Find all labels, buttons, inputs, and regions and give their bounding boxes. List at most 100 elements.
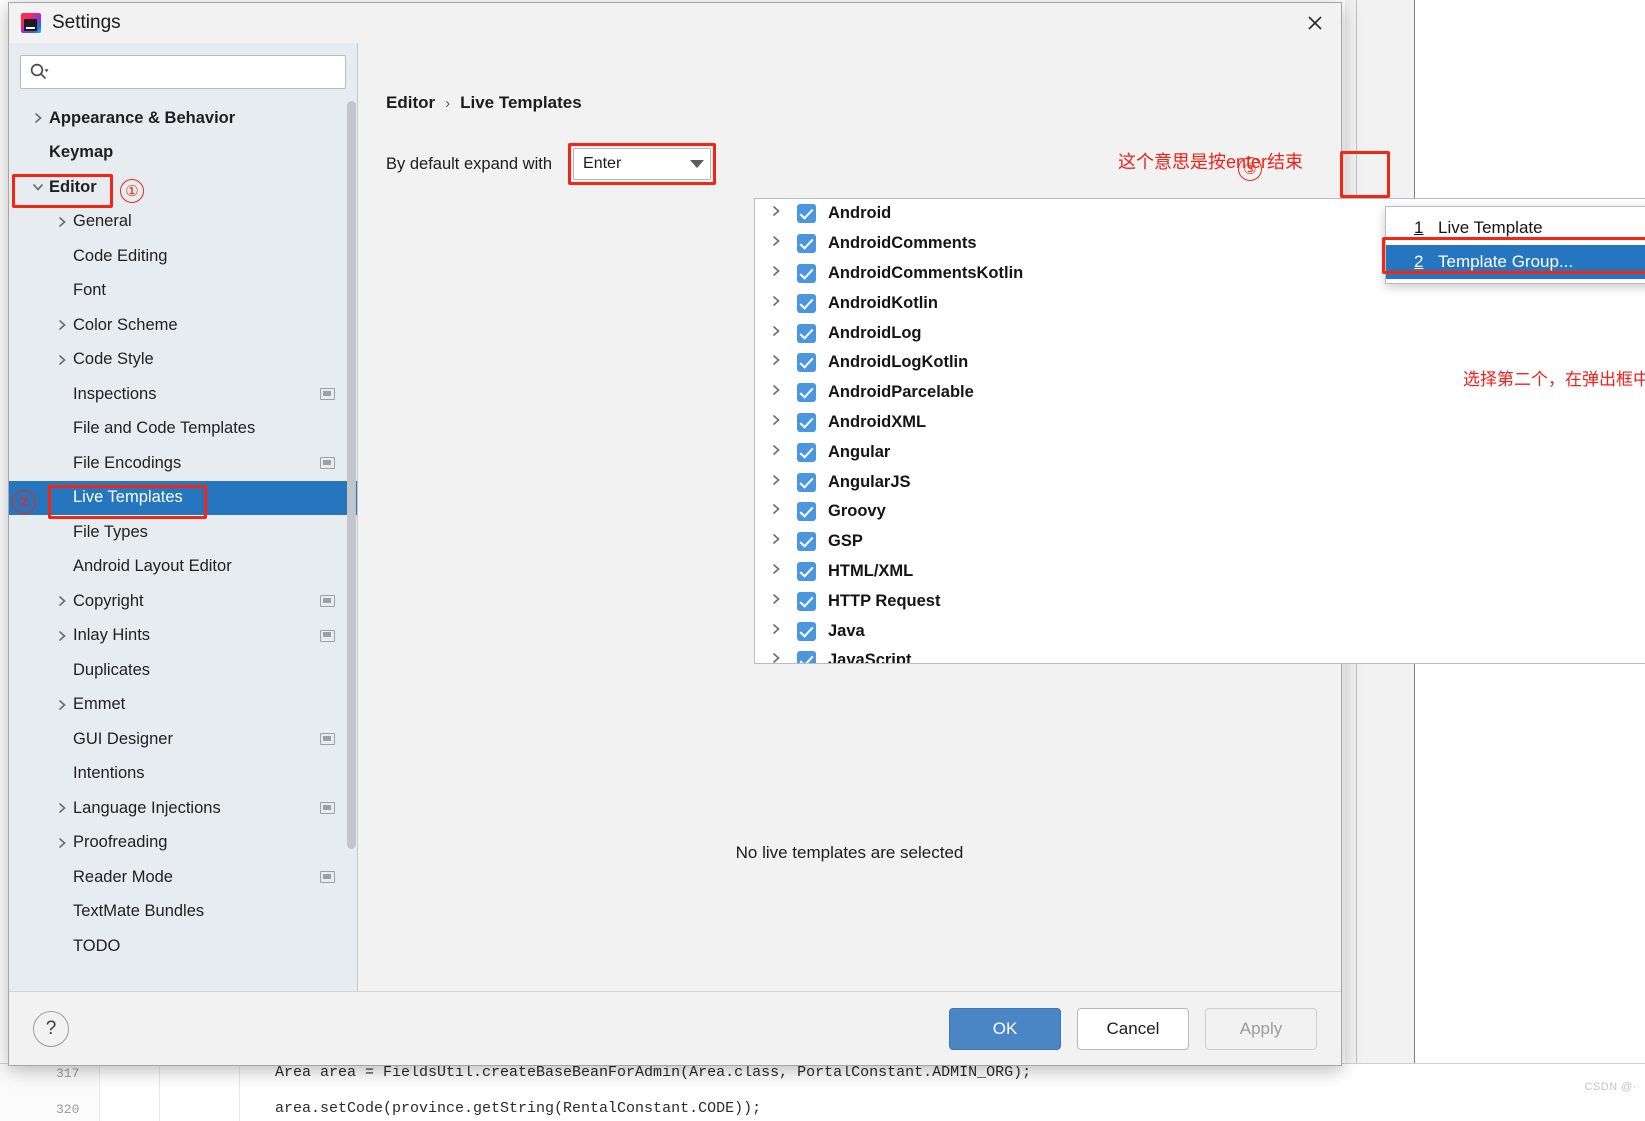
- template-group-checkbox[interactable]: [797, 651, 816, 663]
- sidebar-item-general[interactable]: General: [9, 205, 357, 240]
- template-group-checkbox[interactable]: [797, 561, 816, 581]
- sidebar-item-inspections[interactable]: Inspections: [9, 377, 357, 412]
- template-group-row[interactable]: Java: [755, 616, 1645, 646]
- chevron-right-icon[interactable]: [31, 111, 49, 125]
- template-group-checkbox[interactable]: [797, 204, 816, 224]
- template-group-row[interactable]: Groovy: [755, 497, 1645, 527]
- sidebar-item-editor[interactable]: Editor: [9, 170, 357, 205]
- chevron-right-icon[interactable]: [769, 204, 797, 223]
- chevron-right-icon[interactable]: [769, 324, 797, 343]
- chevron-right-icon[interactable]: [55, 836, 73, 850]
- sidebar-item-duplicates[interactable]: Duplicates: [9, 653, 357, 688]
- chevron-right-icon[interactable]: [769, 413, 797, 432]
- breadcrumb-separator-icon: ›: [445, 94, 451, 112]
- chevron-right-icon[interactable]: [769, 264, 797, 283]
- sidebar-item-file-and-code-templates[interactable]: File and Code Templates: [9, 412, 357, 447]
- template-group-row[interactable]: AndroidKotlin: [755, 288, 1645, 318]
- chevron-right-icon[interactable]: [55, 698, 73, 712]
- sidebar-item-intentions[interactable]: Intentions: [9, 757, 357, 792]
- sidebar-item-font[interactable]: Font: [9, 274, 357, 309]
- sidebar-item-emmet[interactable]: Emmet: [9, 688, 357, 723]
- search-icon: [29, 62, 49, 82]
- chevron-right-icon[interactable]: [769, 473, 797, 492]
- sidebar-item-live-templates[interactable]: Live Templates: [9, 480, 357, 515]
- sidebar-item-keymap[interactable]: Keymap: [9, 136, 357, 171]
- popup-menu-item[interactable]: 1 Live Template: [1386, 211, 1645, 245]
- template-group-checkbox[interactable]: [797, 383, 816, 403]
- sidebar-item-color-scheme[interactable]: Color Scheme: [9, 308, 357, 343]
- dialog-footer: ? OK Cancel Apply: [9, 991, 1341, 1065]
- sidebar-item-file-types[interactable]: File Types: [9, 515, 357, 550]
- chevron-right-icon[interactable]: [769, 532, 797, 551]
- sidebar-item-code-editing[interactable]: Code Editing: [9, 239, 357, 274]
- chevron-right-icon[interactable]: [769, 234, 797, 253]
- template-group-row[interactable]: AndroidXML: [755, 408, 1645, 438]
- chevron-right-icon[interactable]: [55, 353, 73, 367]
- chevron-right-icon[interactable]: [769, 502, 797, 521]
- template-group-checkbox[interactable]: [797, 532, 816, 552]
- sidebar-item-textmate-bundles[interactable]: TextMate Bundles: [9, 895, 357, 930]
- template-group-checkbox[interactable]: [797, 591, 816, 611]
- sidebar-item-todo[interactable]: TODO: [9, 929, 357, 964]
- popup-menu-item[interactable]: 2 Template Group...: [1386, 245, 1645, 279]
- expand-with-highlight: Enter: [568, 143, 717, 185]
- template-group-row[interactable]: Angular: [755, 437, 1645, 467]
- sidebar-scrollbar[interactable]: [347, 101, 356, 1001]
- template-group-row[interactable]: GSP: [755, 527, 1645, 557]
- template-group-checkbox[interactable]: [797, 412, 816, 432]
- sidebar-item-gui-designer[interactable]: GUI Designer: [9, 722, 357, 757]
- template-group-row[interactable]: HTML/XML: [755, 557, 1645, 587]
- sidebar-item-android-layout-editor[interactable]: Android Layout Editor: [9, 550, 357, 585]
- template-group-row[interactable]: JavaScript: [755, 646, 1645, 664]
- template-group-row[interactable]: AndroidLog: [755, 318, 1645, 348]
- template-group-label: HTTP Request: [828, 591, 941, 610]
- chevron-right-icon[interactable]: [55, 215, 73, 229]
- template-group-checkbox[interactable]: [797, 323, 816, 343]
- breadcrumb-parent[interactable]: Editor: [386, 93, 435, 113]
- chevron-down-icon[interactable]: [31, 180, 49, 194]
- template-group-checkbox[interactable]: [797, 293, 816, 313]
- search-box[interactable]: [20, 55, 346, 89]
- sidebar-scrollbar-thumb[interactable]: [347, 101, 356, 849]
- search-input[interactable]: [55, 63, 337, 81]
- chevron-right-icon[interactable]: [769, 383, 797, 402]
- chevron-right-icon[interactable]: [769, 294, 797, 313]
- template-group-checkbox[interactable]: [797, 442, 816, 462]
- chevron-right-icon[interactable]: [769, 353, 797, 372]
- template-group-checkbox[interactable]: [797, 502, 816, 522]
- chevron-right-icon[interactable]: [55, 594, 73, 608]
- help-button[interactable]: ?: [33, 1010, 69, 1047]
- sidebar-item-code-style[interactable]: Code Style: [9, 343, 357, 378]
- cancel-button[interactable]: Cancel: [1077, 1007, 1189, 1050]
- template-group-checkbox[interactable]: [797, 472, 816, 492]
- template-group-row[interactable]: HTTP Request: [755, 586, 1645, 616]
- chevron-right-icon[interactable]: [769, 622, 797, 641]
- sidebar-item-reader-mode[interactable]: Reader Mode: [9, 860, 357, 895]
- csdn-watermark: CSDN @·: [1584, 1081, 1637, 1093]
- background-code-line: Area area = FieldsUtil.createBaseBeanFor…: [275, 1064, 1032, 1081]
- template-group-checkbox[interactable]: [797, 234, 816, 254]
- chevron-right-icon[interactable]: [769, 562, 797, 581]
- chevron-right-icon[interactable]: [769, 443, 797, 462]
- sidebar-item-appearance-behavior[interactable]: Appearance & Behavior: [9, 101, 357, 136]
- template-group-checkbox[interactable]: [797, 353, 816, 373]
- chevron-right-icon[interactable]: [769, 651, 797, 663]
- template-group-row[interactable]: AngularJS: [755, 467, 1645, 497]
- close-icon[interactable]: [1299, 9, 1331, 37]
- sidebar-item-inlay-hints[interactable]: Inlay Hints: [9, 619, 357, 654]
- template-group-checkbox[interactable]: [797, 621, 816, 641]
- template-group-label: JavaScript: [828, 651, 912, 664]
- sidebar-item-label: Code Editing: [73, 246, 168, 265]
- chevron-right-icon[interactable]: [55, 318, 73, 332]
- sidebar-item-proofreading[interactable]: Proofreading: [9, 826, 357, 861]
- expand-with-select[interactable]: Enter: [573, 148, 712, 180]
- sidebar-item-file-encodings[interactable]: File Encodings: [9, 446, 357, 481]
- ok-button[interactable]: OK: [949, 1007, 1061, 1050]
- apply-button[interactable]: Apply: [1205, 1007, 1317, 1050]
- sidebar-item-copyright[interactable]: Copyright: [9, 584, 357, 619]
- chevron-right-icon[interactable]: [55, 629, 73, 643]
- chevron-right-icon[interactable]: [55, 801, 73, 815]
- sidebar-item-language-injections[interactable]: Language Injections: [9, 791, 357, 826]
- template-group-checkbox[interactable]: [797, 263, 816, 283]
- chevron-right-icon[interactable]: [769, 592, 797, 611]
